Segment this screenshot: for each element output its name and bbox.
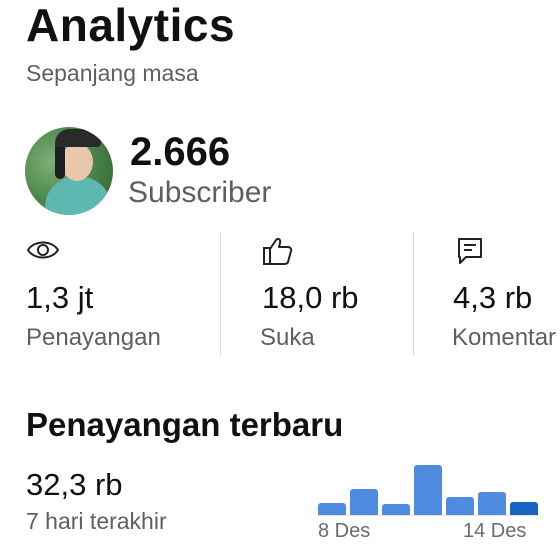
views-label: Penayangan bbox=[26, 324, 161, 351]
stat-divider bbox=[413, 232, 414, 356]
chart-start-label: 8 Des bbox=[318, 520, 371, 542]
eye-icon bbox=[26, 236, 60, 269]
page-title: Analytics bbox=[26, 0, 236, 51]
page-subtitle: Sepanjang masa bbox=[26, 60, 199, 86]
thumbs-up-icon bbox=[262, 236, 294, 271]
recent-views-chart[interactable] bbox=[318, 455, 538, 515]
chart-bar bbox=[478, 492, 506, 515]
chart-bar bbox=[318, 503, 346, 515]
avatar[interactable] bbox=[25, 127, 113, 215]
recent-views-period: 7 hari terakhir bbox=[26, 508, 167, 534]
chart-bar bbox=[510, 502, 538, 515]
subscriber-count: 2.666 bbox=[130, 130, 231, 174]
comments-value: 4,3 rb bbox=[453, 280, 533, 315]
chart-bar bbox=[382, 504, 410, 515]
stat-divider bbox=[220, 232, 221, 356]
recent-views-title: Penayangan terbaru bbox=[26, 406, 344, 443]
comment-icon bbox=[456, 236, 486, 271]
subscriber-label: Subscriber bbox=[128, 176, 272, 209]
comments-label: Komentar bbox=[452, 324, 557, 351]
chart-bar bbox=[414, 465, 442, 515]
chart-baseline bbox=[318, 515, 538, 516]
chart-bar bbox=[446, 497, 474, 515]
chart-bar bbox=[350, 489, 378, 515]
views-value: 1,3 jt bbox=[26, 280, 94, 315]
recent-views-value: 32,3 rb bbox=[26, 467, 123, 502]
chart-end-label: 14 Des bbox=[463, 520, 527, 542]
likes-label: Suka bbox=[260, 324, 315, 351]
likes-value: 18,0 rb bbox=[262, 280, 359, 315]
